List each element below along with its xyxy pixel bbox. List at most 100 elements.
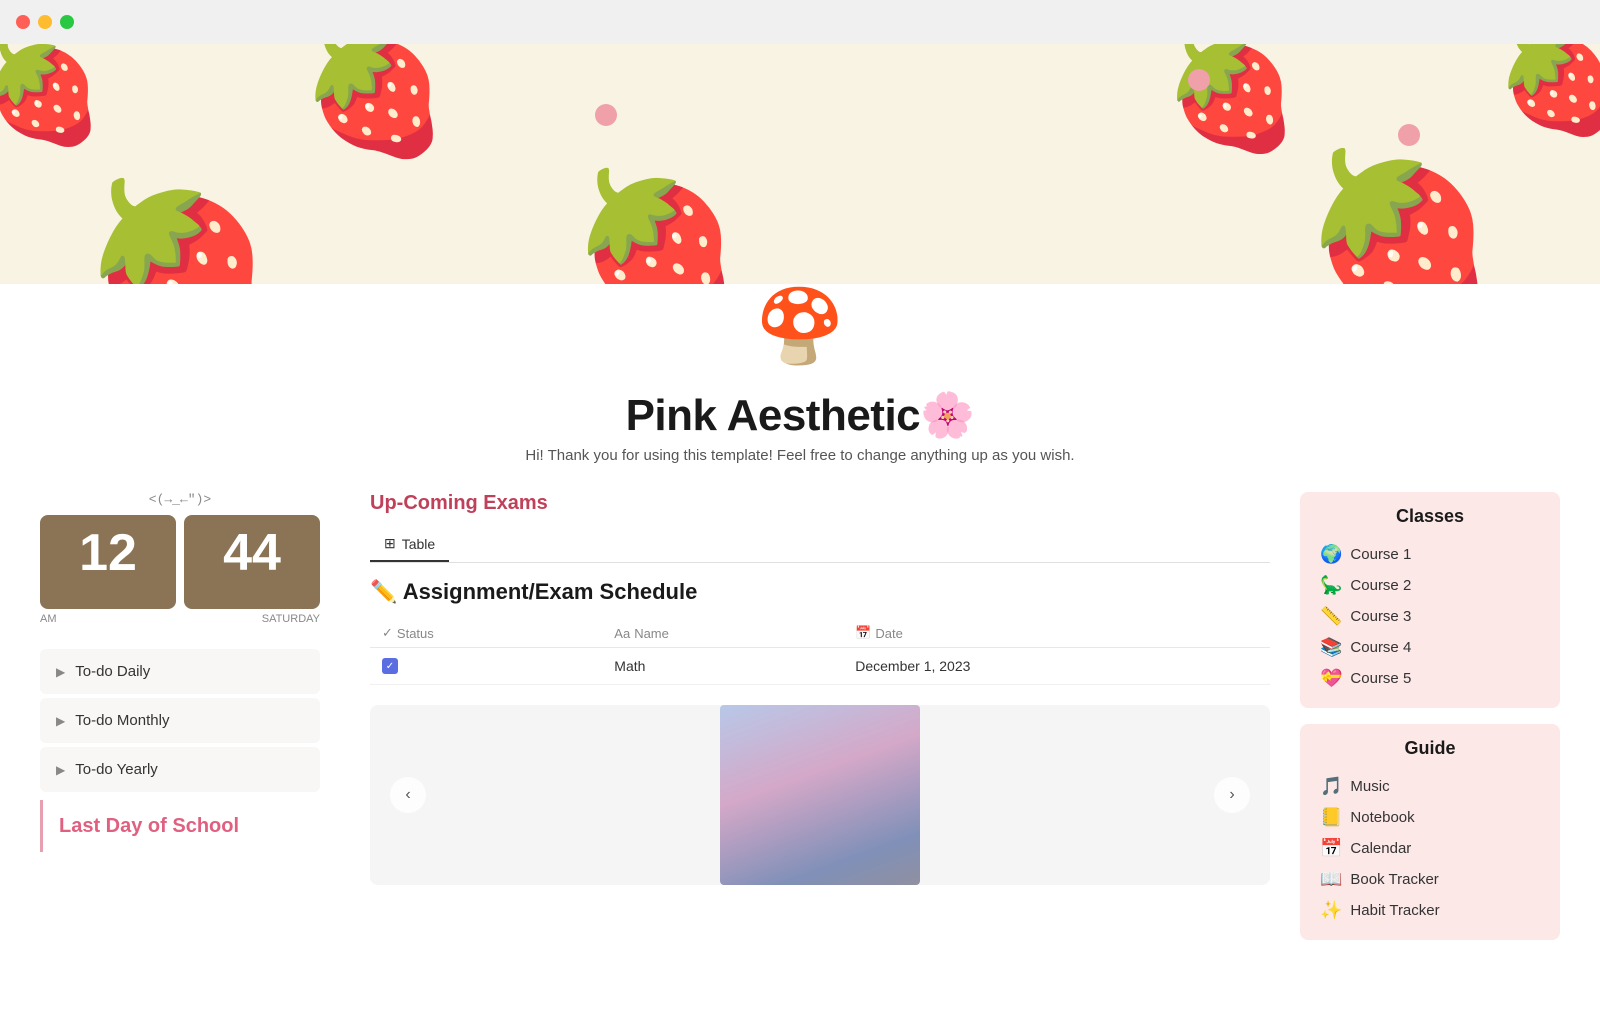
todo-daily[interactable]: ▶ To-do Daily bbox=[40, 649, 320, 694]
music-icon: 🎵 bbox=[1320, 776, 1342, 797]
left-panel: <(→_←")> 12 44 AM SATURDAY ▶ bbox=[40, 492, 340, 1032]
book-tracker-label: Book Tracker bbox=[1350, 871, 1438, 888]
page-icon-emoji: 🍄 bbox=[755, 287, 845, 367]
todo-yearly[interactable]: ▶ To-do Yearly bbox=[40, 747, 320, 792]
classes-item-1[interactable]: 🦕 Course 2 bbox=[1316, 570, 1544, 601]
clock-minute-group: 44 bbox=[184, 515, 320, 609]
last-day-label: Last Day of School bbox=[59, 814, 304, 838]
classes-item-0[interactable]: 🌍 Course 1 bbox=[1316, 539, 1544, 570]
page-title-area: Pink Aesthetic🌸 Hi! Thank you for using … bbox=[0, 379, 1600, 472]
dot-3 bbox=[1398, 124, 1420, 146]
course5-label: Course 5 bbox=[1350, 670, 1411, 687]
course2-label: Course 2 bbox=[1350, 577, 1411, 594]
classes-box: Classes 🌍 Course 1 🦕 Course 2 📏 Course 3… bbox=[1300, 492, 1560, 708]
habit-tracker-icon: ✨ bbox=[1320, 900, 1342, 921]
exams-section-title: Up-Coming Exams bbox=[370, 492, 1270, 515]
carousel-prev-icon: ‹ bbox=[405, 786, 410, 804]
clock-labels: AM SATURDAY bbox=[40, 613, 320, 625]
clock-period: AM bbox=[40, 613, 57, 625]
right-panel: Classes 🌍 Course 1 🦕 Course 2 📏 Course 3… bbox=[1300, 492, 1560, 1032]
close-button[interactable] bbox=[16, 15, 30, 29]
table-row: ✓ Math December 1, 2023 bbox=[370, 648, 1270, 685]
notebook-icon: 📒 bbox=[1320, 807, 1342, 828]
todo-list: ▶ To-do Daily ▶ To-do Monthly ▶ To-do Ye… bbox=[40, 649, 320, 852]
strawberry-4: 🍓 bbox=[1495, 44, 1600, 141]
table-tab-icon: ⊞ bbox=[384, 535, 396, 552]
table-tab[interactable]: ⊞ Table bbox=[370, 527, 449, 562]
page-icon-area: 🍄 bbox=[0, 284, 1600, 379]
guide-item-2[interactable]: 📅 Calendar bbox=[1316, 833, 1544, 864]
course1-icon: 🌍 bbox=[1320, 544, 1342, 565]
checkbox-checked[interactable]: ✓ bbox=[382, 658, 398, 674]
last-day-item[interactable]: Last Day of School bbox=[40, 800, 320, 852]
main-layout: <(→_←")> 12 44 AM SATURDAY ▶ bbox=[0, 472, 1600, 1032]
classes-item-2[interactable]: 📏 Course 3 bbox=[1316, 601, 1544, 632]
date-col-label: Date bbox=[875, 626, 902, 641]
course3-icon: 📏 bbox=[1320, 606, 1342, 627]
todo-yearly-arrow: ▶ bbox=[56, 763, 65, 777]
table-header-row: ✓ Status Aa Name 📅 bbox=[370, 619, 1270, 648]
classes-item-3[interactable]: 📚 Course 4 bbox=[1316, 632, 1544, 663]
todo-daily-arrow: ▶ bbox=[56, 665, 65, 679]
clock-minute: 44 bbox=[184, 515, 320, 609]
classes-item-4[interactable]: 💝 Course 5 bbox=[1316, 663, 1544, 694]
carousel-next-icon: › bbox=[1229, 786, 1234, 804]
db-title: ✏️ Assignment/Exam Schedule bbox=[370, 579, 1270, 605]
course1-label: Course 1 bbox=[1350, 546, 1411, 563]
classes-title: Classes bbox=[1316, 506, 1544, 527]
guide-item-0[interactable]: 🎵 Music bbox=[1316, 771, 1544, 802]
status-col-label: Status bbox=[397, 626, 434, 641]
todo-monthly-arrow: ▶ bbox=[56, 714, 65, 728]
page-title: Pink Aesthetic🌸 bbox=[0, 389, 1600, 441]
dot-1 bbox=[595, 104, 617, 126]
table-tab-bar: ⊞ Table bbox=[370, 527, 1270, 563]
minimize-button[interactable] bbox=[38, 15, 52, 29]
course2-icon: 🦕 bbox=[1320, 575, 1342, 596]
th-status: ✓ Status bbox=[370, 619, 602, 648]
clock-widget: <(→_←")> 12 44 AM SATURDAY bbox=[40, 492, 320, 625]
name-col-label: Name bbox=[634, 626, 669, 641]
name-col-icon: Aa bbox=[614, 626, 630, 641]
clock-day: SATURDAY bbox=[262, 613, 320, 625]
guide-item-3[interactable]: 📖 Book Tracker bbox=[1316, 864, 1544, 895]
carousel-image bbox=[720, 705, 920, 885]
course5-icon: 💝 bbox=[1320, 668, 1342, 689]
course4-label: Course 4 bbox=[1350, 639, 1411, 656]
music-label: Music bbox=[1350, 778, 1389, 795]
habit-tracker-label: Habit Tracker bbox=[1350, 902, 1439, 919]
strawberry-3: 🍓 bbox=[1163, 44, 1300, 158]
exam-table: ✓ Status Aa Name 📅 bbox=[370, 619, 1270, 685]
row-status[interactable]: ✓ bbox=[370, 648, 602, 685]
book-tracker-icon: 📖 bbox=[1320, 869, 1342, 890]
th-date: 📅 Date bbox=[843, 619, 1270, 648]
clock-hour: 12 bbox=[40, 515, 176, 609]
course3-label: Course 3 bbox=[1350, 608, 1411, 625]
guide-title: Guide bbox=[1316, 738, 1544, 759]
date-col-icon: 📅 bbox=[855, 625, 871, 641]
strawberry-2: 🍓 bbox=[300, 44, 449, 164]
clock-display: 12 44 bbox=[40, 515, 320, 609]
th-name: Aa Name bbox=[602, 619, 843, 648]
calendar-icon: 📅 bbox=[1320, 838, 1342, 859]
calendar-label: Calendar bbox=[1350, 840, 1411, 857]
status-col-icon: ✓ bbox=[382, 625, 393, 641]
todo-yearly-label: To-do Yearly bbox=[75, 761, 158, 778]
page-content: 🍄 Pink Aesthetic🌸 Hi! Thank you for usin… bbox=[0, 284, 1600, 1032]
page-subtitle: Hi! Thank you for using this template! F… bbox=[0, 447, 1600, 464]
notebook-label: Notebook bbox=[1350, 809, 1414, 826]
clock-ascii: <(→_←")> bbox=[40, 492, 320, 507]
fullscreen-button[interactable] bbox=[60, 15, 74, 29]
todo-monthly[interactable]: ▶ To-do Monthly bbox=[40, 698, 320, 743]
todo-daily-label: To-do Daily bbox=[75, 663, 150, 680]
carousel-prev-button[interactable]: ‹ bbox=[390, 777, 426, 813]
center-panel: Up-Coming Exams ⊞ Table ✏️ Assignment/Ex… bbox=[340, 492, 1300, 1032]
clock-hour-group: 12 bbox=[40, 515, 176, 609]
strawberry-1: 🍓 bbox=[0, 44, 105, 151]
guide-item-4[interactable]: ✨ Habit Tracker bbox=[1316, 895, 1544, 926]
course4-icon: 📚 bbox=[1320, 637, 1342, 658]
image-carousel: ‹ › bbox=[370, 705, 1270, 885]
table-tab-label: Table bbox=[402, 536, 435, 552]
guide-item-1[interactable]: 📒 Notebook bbox=[1316, 802, 1544, 833]
carousel-next-button[interactable]: › bbox=[1214, 777, 1250, 813]
dot-2 bbox=[1188, 69, 1210, 91]
